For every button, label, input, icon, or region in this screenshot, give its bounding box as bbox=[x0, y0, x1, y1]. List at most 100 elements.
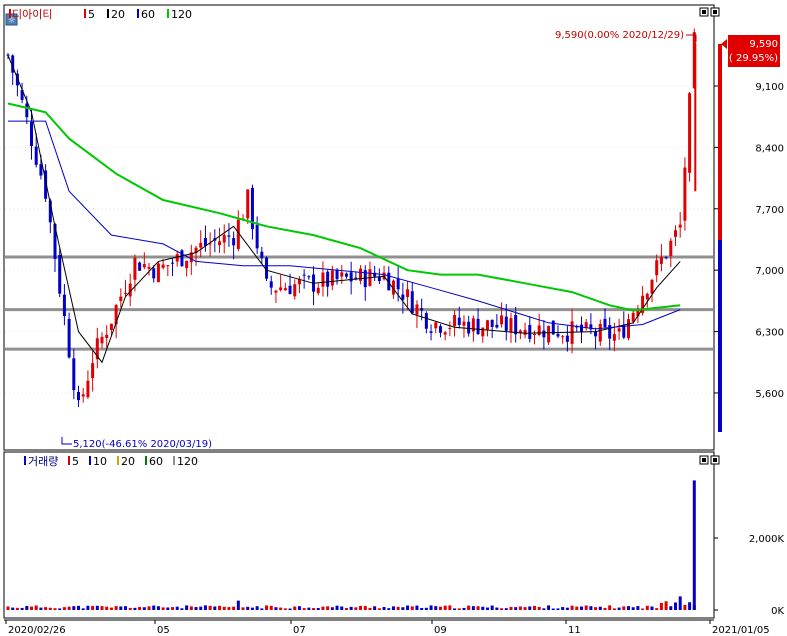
volume-bar-99 bbox=[471, 606, 475, 610]
candle-body-141 bbox=[669, 240, 673, 257]
candle-body-143 bbox=[678, 224, 682, 228]
volume-bar-45 bbox=[218, 605, 222, 610]
window-restore-icon[interactable] bbox=[699, 7, 709, 17]
volume-bar-123 bbox=[584, 605, 588, 610]
candle-body-99 bbox=[471, 318, 475, 332]
volume-bar-62 bbox=[297, 606, 301, 610]
volume-bar-137 bbox=[650, 606, 654, 610]
volume-bar-44 bbox=[213, 606, 217, 610]
candle-body-142 bbox=[673, 230, 677, 237]
volume-bar-119 bbox=[565, 607, 569, 610]
volume-bar-96 bbox=[457, 608, 461, 610]
candle-body-14 bbox=[72, 358, 76, 391]
price-range-bar-blue bbox=[718, 240, 722, 432]
price-axis: 5,600 6,300 7,000 7,700 8,400 9,100 bbox=[714, 82, 784, 400]
candle-body-67 bbox=[321, 272, 325, 287]
candle-body-105 bbox=[500, 315, 504, 325]
candle-body-54 bbox=[260, 251, 264, 259]
volume-bar-13 bbox=[67, 606, 71, 610]
candle-body-7 bbox=[39, 164, 43, 176]
volume-window-restore-icon[interactable] bbox=[699, 455, 709, 465]
volume-bar-143 bbox=[678, 596, 682, 610]
volume-legend-marker-4 bbox=[173, 456, 175, 465]
candle-body-113 bbox=[537, 325, 541, 336]
volume-spike-0 bbox=[692, 480, 696, 610]
candle-body-15 bbox=[77, 391, 81, 401]
volume-bar-79 bbox=[377, 608, 381, 610]
candle-body-117 bbox=[556, 333, 560, 337]
price-legend-marker-2 bbox=[137, 9, 139, 18]
volume-bar-57 bbox=[274, 607, 278, 610]
volume-bar-142 bbox=[673, 602, 677, 610]
volume-bar-85 bbox=[406, 605, 410, 610]
candle-body-24 bbox=[119, 296, 123, 302]
volume-bar-113 bbox=[537, 606, 541, 610]
volume-bar-110 bbox=[523, 607, 527, 610]
candle-body-53 bbox=[255, 224, 259, 249]
candle-body-63 bbox=[302, 274, 306, 276]
volume-bar-54 bbox=[260, 608, 264, 610]
volume-bar-73 bbox=[349, 606, 353, 610]
candle-body-51 bbox=[246, 189, 250, 219]
volume-bar-3 bbox=[20, 607, 24, 610]
candle-body-68 bbox=[326, 271, 330, 287]
volume-bar-38 bbox=[185, 605, 189, 610]
volume-bar-22 bbox=[109, 607, 113, 610]
volume-bar-10 bbox=[53, 608, 57, 610]
volume-bar-95 bbox=[453, 608, 457, 610]
volume-bar-56 bbox=[269, 605, 273, 610]
volume-bar-11 bbox=[58, 608, 62, 610]
candle-body-92 bbox=[438, 326, 442, 333]
candle-body-72 bbox=[344, 273, 348, 277]
candle-body-70 bbox=[335, 269, 339, 280]
candle-body-106 bbox=[504, 316, 508, 331]
candle-body-126 bbox=[598, 323, 602, 342]
volume-bar-84 bbox=[401, 607, 405, 610]
volume-bar-102 bbox=[485, 607, 489, 610]
volume-bar-18 bbox=[91, 606, 95, 610]
candle-body-127 bbox=[603, 318, 607, 328]
candle-body-100 bbox=[476, 318, 480, 335]
current-price-change: ( 29.95%) bbox=[729, 53, 778, 64]
current-price-badge: 9,590 ( 29.95%) bbox=[721, 35, 780, 67]
volume-bar-77 bbox=[368, 607, 372, 610]
volume-bar-116 bbox=[551, 608, 555, 610]
price-tick-label-1: 6,300 bbox=[755, 328, 784, 339]
x-tick-label-3: 09 bbox=[434, 625, 447, 636]
volume-bar-34 bbox=[166, 607, 170, 610]
candle-body-57 bbox=[274, 290, 278, 293]
volume-axis: 0K 2,000K bbox=[714, 534, 784, 617]
volume-bar-87 bbox=[415, 605, 419, 610]
volume-bar-93 bbox=[443, 605, 447, 610]
candle-body-11 bbox=[58, 254, 62, 294]
volume-bar-39 bbox=[189, 606, 193, 610]
price-legend-marker-3 bbox=[167, 9, 169, 18]
volume-bar-139 bbox=[659, 602, 663, 610]
volume-window-close-icon[interactable] bbox=[710, 455, 720, 465]
candle-body-132 bbox=[626, 319, 630, 339]
volume-bar-109 bbox=[518, 606, 522, 610]
volume-bar-51 bbox=[246, 606, 250, 610]
price-tick-label-5: 9,100 bbox=[755, 82, 784, 93]
volume-bar-55 bbox=[265, 605, 269, 610]
volume-bar-120 bbox=[570, 605, 574, 610]
volume-bar-125 bbox=[594, 607, 598, 610]
candle-body-90 bbox=[429, 331, 433, 333]
volume-bar-59 bbox=[283, 608, 287, 610]
candle-body-30 bbox=[147, 266, 151, 269]
volume-bar-12 bbox=[62, 607, 66, 610]
volume-bar-60 bbox=[288, 608, 292, 610]
window-close-icon[interactable] bbox=[710, 7, 720, 17]
candle-body-136 bbox=[645, 293, 649, 300]
volume-bar-25 bbox=[124, 606, 128, 610]
stock-chart: ☼ 디아이티 5 20 60 120 거래량 5 10 20 60 120 5,6006,30… bbox=[3, 4, 784, 636]
price-legend-marker-0 bbox=[84, 9, 86, 18]
volume-bar-114 bbox=[542, 608, 546, 610]
volume-bar-88 bbox=[420, 607, 424, 610]
volume-bar-52 bbox=[250, 607, 254, 610]
price-legend-label-3: 120 bbox=[171, 8, 192, 21]
volume-bar-2 bbox=[15, 607, 19, 610]
candle-body-114 bbox=[542, 330, 546, 338]
volume-bar-50 bbox=[241, 607, 245, 610]
volume-bar-30 bbox=[147, 606, 151, 610]
